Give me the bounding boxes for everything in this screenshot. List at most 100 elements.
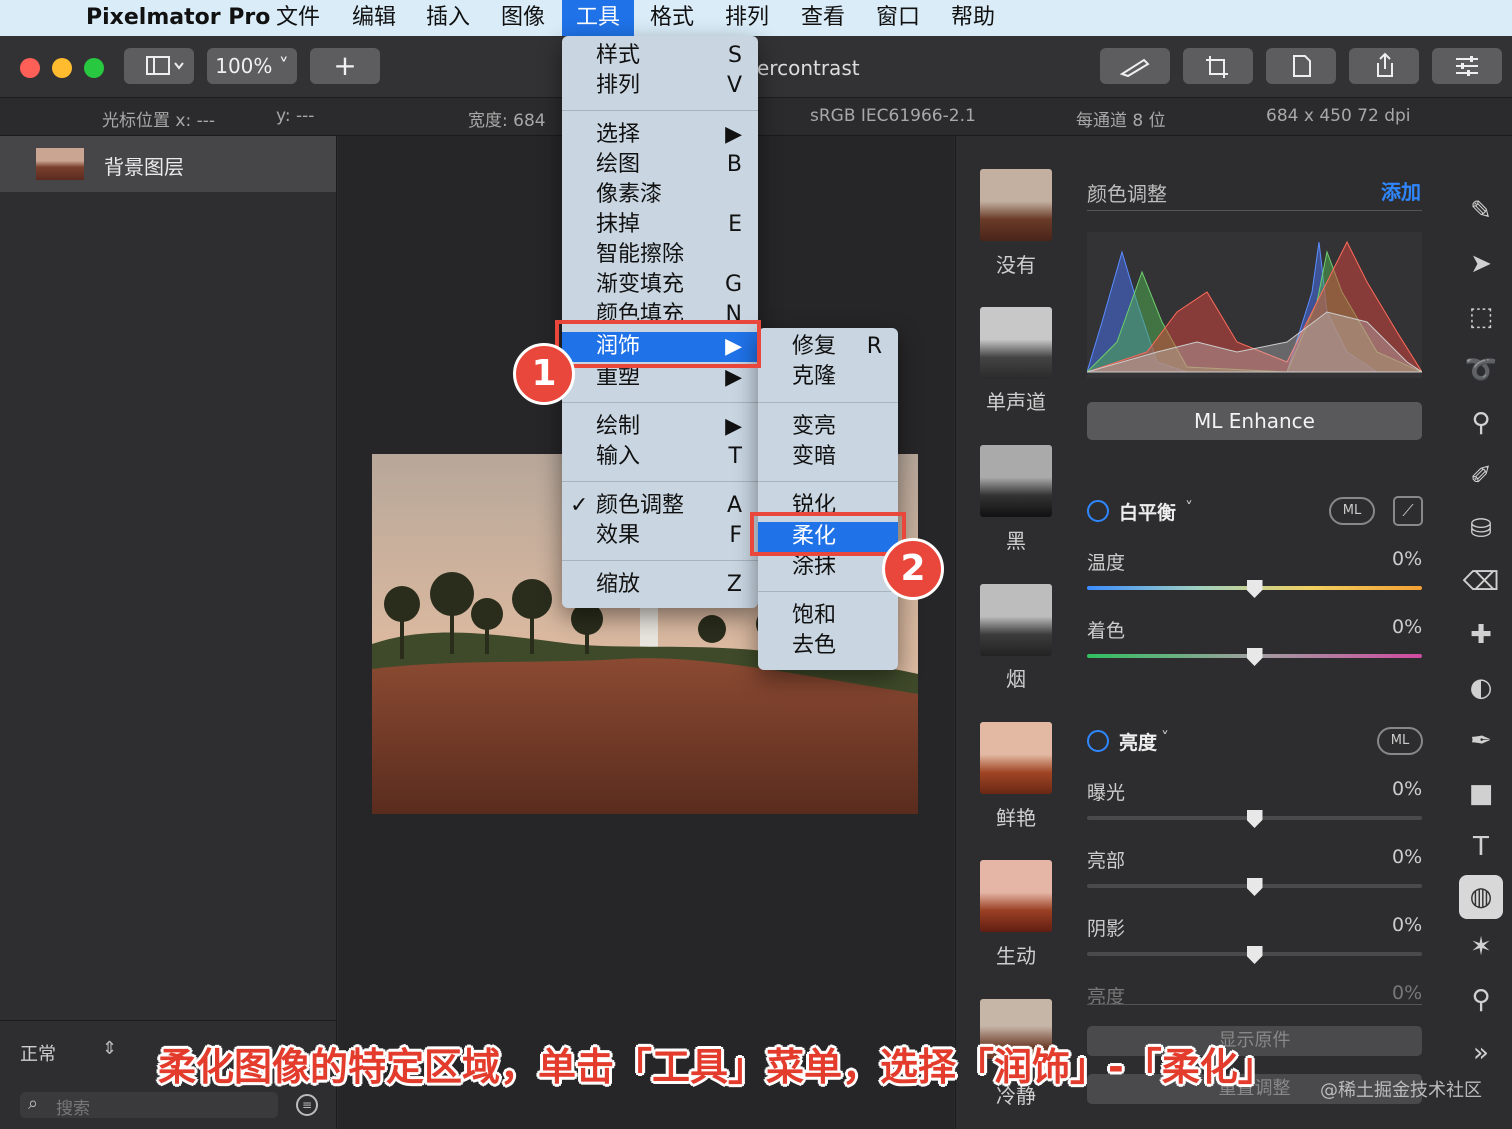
preset-thumb-vivid[interactable] [980,722,1052,794]
type-tool-icon[interactable]: T [1462,828,1500,866]
add-adjustment-link[interactable]: 添加 [1381,176,1421,205]
preset-thumb-noir[interactable] [980,445,1052,517]
white-balance-toggle[interactable] [1087,500,1109,522]
zoom-select[interactable]: 100% ˅ [207,48,297,84]
exposure-slider-knob[interactable] [1246,810,1263,828]
submenu-item-desaturate[interactable]: 去色 [758,631,898,661]
submenu-item-repair[interactable]: 修复 R [758,332,898,362]
lightness-ml-button[interactable]: ML [1377,727,1423,755]
menu-app-name[interactable]: Pixelmator Pro [72,0,284,36]
menu-image[interactable]: 图像 [487,0,559,36]
menu-item-arrange[interactable]: 排列 V [562,71,758,101]
style-tool-icon[interactable]: ✎ [1462,192,1500,230]
menu-item-color-fill[interactable]: 颜色填充 N [562,300,758,322]
temperature-slider-knob[interactable] [1246,580,1263,598]
preset-thumb-smoke[interactable] [980,584,1052,656]
cursor-x: 光标位置 x: --- [102,111,215,131]
preset-label: 没有 [996,253,1036,277]
submenu-item-saturate[interactable]: 饱和 [758,601,898,631]
submenu-item-sharpen[interactable]: 锐化 [758,491,898,513]
white-balance-title[interactable]: 白平衡 [1119,498,1176,525]
retouch-tool-icon[interactable]: ✚ [1462,616,1500,654]
preset-label: 单声道 [986,390,1046,414]
menu-view[interactable]: 查看 [787,0,859,36]
shadows-value: 0% [1392,914,1423,936]
submenu-item-clone[interactable]: 克隆 [758,362,898,392]
tint-slider-knob[interactable] [1246,648,1263,666]
shape-tool-icon[interactable]: ■ [1462,775,1500,813]
zoom-window-button[interactable] [84,58,104,78]
quick-select-tool-icon[interactable]: ⚲ [1462,404,1500,442]
adjustments-button[interactable] [1432,48,1502,84]
menu-arrange[interactable]: 排列 [711,0,783,36]
format-button[interactable] [1266,48,1336,84]
highlights-value: 0% [1392,846,1423,868]
menu-item-smart-erase[interactable]: 智能擦除 [562,240,758,270]
distort-tool-icon[interactable]: ◐ [1462,669,1500,707]
blend-mode-stepper-icon[interactable]: ⇕ [102,1038,117,1059]
color-adjust-tool-icon[interactable]: ◍ [1459,875,1503,919]
menu-item-zoom[interactable]: 缩放 Z [562,570,758,600]
menu-file[interactable]: 文件 [262,0,334,36]
submenu-item-lighten[interactable]: 变亮 [758,412,898,442]
menu-item-paint[interactable]: 绘图 B [562,150,758,180]
layer-row[interactable]: 背景图层 [0,136,336,192]
menu-item-erase[interactable]: 抹掉 E [562,210,758,240]
close-window-button[interactable] [20,58,40,78]
menu-insert[interactable]: 插入 [412,0,484,36]
menu-edit[interactable]: 编辑 [338,0,410,36]
bit-depth: 每通道 8 位 [1076,111,1166,131]
temperature-label: 温度 [1087,552,1126,574]
crop-icon [1206,56,1228,78]
menu-item-type[interactable]: 输入 T [562,442,758,472]
instruction-caption: 柔化图像的特定区域，单击「工具」菜单，选择「润饰」-「柔化」 [158,1045,1276,1089]
effects-tool-icon[interactable]: ✶ [1462,928,1500,966]
add-button[interactable]: + [310,48,380,84]
highlight-frame-soften [750,512,906,556]
zoom-tool-icon[interactable]: ⚲ [1462,981,1500,1019]
more-tools-icon[interactable]: » [1462,1034,1500,1072]
selection-tool-icon[interactable]: ⬚ [1462,298,1500,336]
lightness-toggle[interactable] [1087,730,1109,752]
menu-item-pixel[interactable]: 像素漆 [562,180,758,210]
highlights-slider-knob[interactable] [1246,878,1263,896]
ml-paint-button[interactable] [1100,48,1170,84]
eraser-tool-icon[interactable]: ⌫ [1462,563,1500,601]
blend-mode-label[interactable]: 正常 [20,1040,56,1066]
menu-item-draw[interactable]: 绘制 ▶ [562,412,758,442]
menu-item-color-adjustments[interactable]: ✓ 颜色调整 A [562,491,758,521]
preset-thumb-none[interactable] [980,169,1052,241]
chevron-down-icon[interactable]: ˅ [1161,728,1169,747]
pen-tool-icon[interactable]: ✒ [1462,722,1500,760]
minimize-window-button[interactable] [52,58,72,78]
lasso-tool-icon[interactable]: ➰ [1462,351,1500,389]
menu-window[interactable]: 窗口 [862,0,934,36]
eyedropper-icon[interactable]: ⟋ [1393,496,1423,526]
crop-button[interactable] [1183,48,1253,84]
menu-item-gradient[interactable]: 渐变填充 G [562,270,758,300]
filter-icon[interactable]: ≡ [296,1094,318,1116]
shadows-slider-knob[interactable] [1246,946,1263,964]
layer-search-input[interactable]: ⌕ 搜索 [20,1092,278,1119]
preset-thumb-dramatic[interactable] [980,860,1052,932]
lightness-title[interactable]: 亮度 [1119,728,1157,755]
submenu-item-smudge[interactable]: 涂抹 [758,552,898,582]
fill-tool-icon[interactable]: ⛁ [1462,510,1500,548]
sidebar-toggle-button[interactable] [124,48,194,84]
arrange-tool-icon[interactable]: ➤ [1462,245,1500,283]
menu-tools[interactable]: 工具 [562,0,635,36]
submenu-item-darken[interactable]: 变暗 [758,442,898,472]
menu-format[interactable]: 格式 [636,0,708,36]
paint-tool-icon[interactable]: ✐ [1462,457,1500,495]
white-balance-ml-button[interactable]: ML [1329,497,1375,525]
menu-help[interactable]: 帮助 [937,0,1009,36]
menu-item-select[interactable]: 选择 ▶ [562,120,758,150]
menu-separator [758,481,898,482]
temperature-value: 0% [1392,548,1423,570]
share-button[interactable] [1349,48,1419,84]
menu-item-effects[interactable]: 效果 F [562,521,758,551]
preset-thumb-mono[interactable] [980,307,1052,379]
chevron-down-icon[interactable]: ˅ [1185,498,1193,517]
menu-item-style[interactable]: 样式 S [562,41,758,71]
ml-enhance-button[interactable]: ML Enhance [1087,402,1422,440]
